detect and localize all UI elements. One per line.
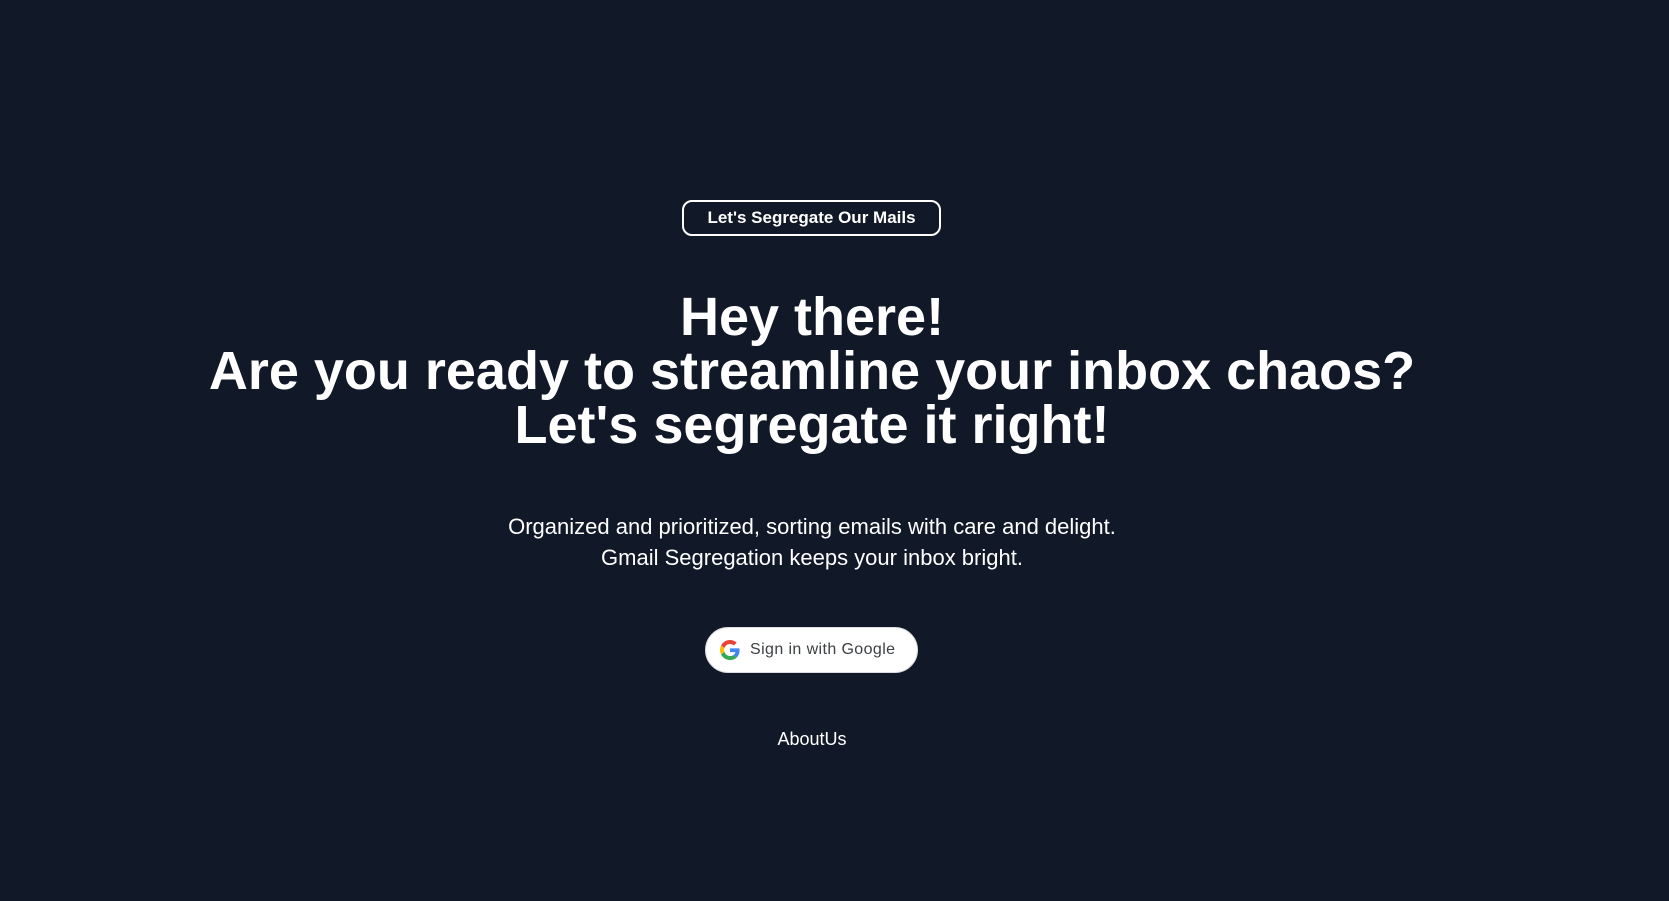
tagline-line-1: Organized and prioritized, sorting email…: [508, 514, 1116, 539]
hero-line-1: Hey there!: [679, 287, 945, 347]
hero-line-3: Let's segregate it right!: [514, 395, 1110, 455]
segregate-mails-badge[interactable]: Let's Segregate Our Mails: [682, 200, 941, 236]
landing-page: Let's Segregate Our Mails Hey there! Are…: [0, 0, 1669, 901]
about-us-link[interactable]: AboutUs: [0, 729, 1624, 750]
hero-line-2: Are you ready to streamline your inbox c…: [208, 341, 1416, 401]
about-us-label: AboutUs: [777, 729, 847, 749]
hero-heading: Hey there! Are you ready to streamline y…: [0, 290, 1624, 452]
tagline-line-2: Gmail Segregation keeps your inbox brigh…: [601, 545, 1023, 570]
sign-in-with-google-button[interactable]: Sign in with Google: [705, 627, 918, 673]
badge-label: Let's Segregate Our Mails: [707, 208, 916, 227]
sign-in-label: Sign in with Google: [750, 641, 896, 658]
google-g-icon: [719, 639, 741, 661]
tagline: Organized and prioritized, sorting email…: [0, 511, 1624, 573]
